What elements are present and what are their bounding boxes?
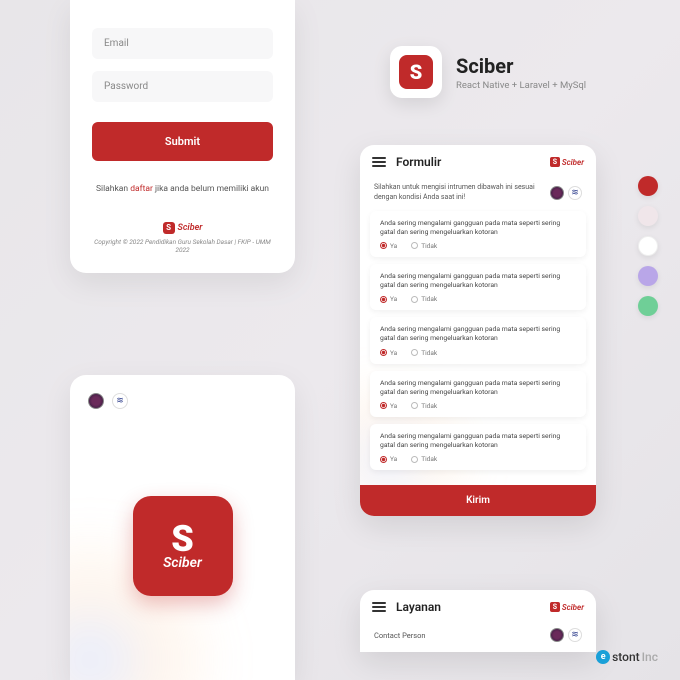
question-item: Anda sering mengalami gangguan pada mata…: [370, 371, 586, 417]
partner-badge-icon: [550, 186, 564, 200]
question-text: Anda sering mengalami gangguan pada mata…: [380, 325, 576, 343]
kirim-button[interactable]: Kirim: [360, 485, 596, 516]
partner-wave-icon: ≋: [112, 393, 128, 409]
partner-badge-icon: [88, 393, 104, 409]
partner-badge-icon: [550, 628, 564, 642]
palette-swatch: [638, 176, 658, 196]
app-logo-tile: S: [390, 46, 442, 98]
brand-text: Sciber: [562, 158, 584, 167]
radio-icon: [411, 296, 418, 303]
menu-icon[interactable]: [372, 157, 386, 167]
palette-swatch: [638, 296, 658, 316]
signup-hint: Silahkan daftar jika anda belum memiliki…: [92, 183, 273, 196]
radio-icon: [380, 402, 387, 409]
contact-row: Contact Person ≋: [360, 622, 596, 652]
palette-swatch: [638, 236, 658, 256]
partner-wave-icon: ≋: [568, 186, 582, 200]
menu-icon[interactable]: [372, 602, 386, 612]
option-no[interactable]: Tidak: [411, 295, 437, 303]
option-yes[interactable]: Ya: [380, 455, 397, 463]
radio-icon: [411, 349, 418, 356]
radio-icon: [380, 349, 387, 356]
header-brand: S Sciber: [550, 157, 584, 167]
brand-logo-icon: S: [550, 602, 560, 612]
brand-text: Sciber: [178, 223, 203, 233]
logo-text: Sciber: [163, 555, 202, 571]
question-item: Anda sering mengalami gangguan pada mata…: [370, 264, 586, 310]
brand: S Sciber: [92, 222, 273, 234]
app-subtitle: React Native + Laravel + MySql: [456, 80, 586, 91]
contact-label: Contact Person: [374, 631, 550, 640]
option-yes[interactable]: Ya: [380, 295, 397, 303]
radio-icon: [411, 402, 418, 409]
color-palette: [638, 176, 658, 316]
form-screen: Formulir S Sciber Silahkan untuk mengisi…: [360, 145, 596, 516]
submit-button[interactable]: Submit: [92, 122, 273, 161]
form-header: Formulir S Sciber: [360, 145, 596, 177]
brand-logo-icon: S: [550, 157, 560, 167]
question-item: Anda sering mengalami gangguan pada mata…: [370, 317, 586, 363]
hint-text-2: jika anda belum memiliki akun: [153, 184, 269, 194]
app-logo: S Sciber: [133, 496, 233, 596]
splash-screen: ≋ S Sciber: [70, 375, 295, 680]
watermark: e stontInc: [596, 650, 658, 664]
palette-swatch: [638, 266, 658, 286]
header-brand: S Sciber: [550, 602, 584, 612]
question-item: Anda sering mengalami gangguan pada mata…: [370, 211, 586, 257]
radio-icon: [380, 296, 387, 303]
brand-logo-icon: S: [163, 222, 175, 234]
palette-swatch: [638, 206, 658, 226]
radio-icon: [380, 456, 387, 463]
option-yes[interactable]: Ya: [380, 402, 397, 410]
question-text: Anda sering mengalami gangguan pada mata…: [380, 432, 576, 450]
watermark-text-a: stont: [612, 650, 640, 664]
radio-icon: [380, 242, 387, 249]
form-intro: Silahkan untuk mengisi intrumen dibawah …: [360, 177, 596, 211]
radio-icon: [411, 456, 418, 463]
question-text: Anda sering mengalami gangguan pada mata…: [380, 219, 576, 237]
partner-icons: ≋: [550, 628, 582, 642]
layanan-screen: Layanan S Sciber Contact Person ≋: [360, 590, 596, 652]
question-text: Anda sering mengalami gangguan pada mata…: [380, 379, 576, 397]
logo-glyph-icon: S: [171, 521, 194, 557]
partner-wave-icon: ≋: [568, 628, 582, 642]
option-no[interactable]: Tidak: [411, 402, 437, 410]
brand-text: Sciber: [562, 603, 584, 612]
question-text: Anda sering mengalami gangguan pada mata…: [380, 272, 576, 290]
signup-link[interactable]: daftar: [130, 184, 153, 194]
option-no[interactable]: Tidak: [411, 242, 437, 250]
app-name: Sciber: [456, 54, 586, 78]
copyright-text: Copyright © 2022 Pendidikan Guru Sekolah…: [92, 238, 273, 255]
app-logo-icon: S: [399, 55, 433, 89]
app-title-block: S Sciber React Native + Laravel + MySql: [390, 46, 586, 98]
question-list: Anda sering mengalami gangguan pada mata…: [360, 211, 596, 486]
question-item: Anda sering mengalami gangguan pada mata…: [370, 424, 586, 470]
layanan-title: Layanan: [396, 600, 550, 614]
login-screen: Submit Silahkan daftar jika anda belum m…: [70, 0, 295, 273]
watermark-icon: e: [596, 650, 610, 664]
partner-icons: ≋: [70, 393, 295, 409]
option-no[interactable]: Tidak: [411, 455, 437, 463]
option-yes[interactable]: Ya: [380, 349, 397, 357]
option-yes[interactable]: Ya: [380, 242, 397, 250]
password-field[interactable]: [92, 71, 273, 102]
hint-text: Silahkan: [96, 184, 130, 194]
radio-icon: [411, 242, 418, 249]
intro-text: Silahkan untuk mengisi intrumen dibawah …: [374, 183, 542, 203]
partner-icons: ≋: [550, 186, 582, 200]
option-no[interactable]: Tidak: [411, 349, 437, 357]
email-field[interactable]: [92, 28, 273, 59]
layanan-header: Layanan S Sciber: [360, 590, 596, 622]
watermark-text-b: Inc: [642, 650, 658, 664]
form-title: Formulir: [396, 155, 550, 169]
